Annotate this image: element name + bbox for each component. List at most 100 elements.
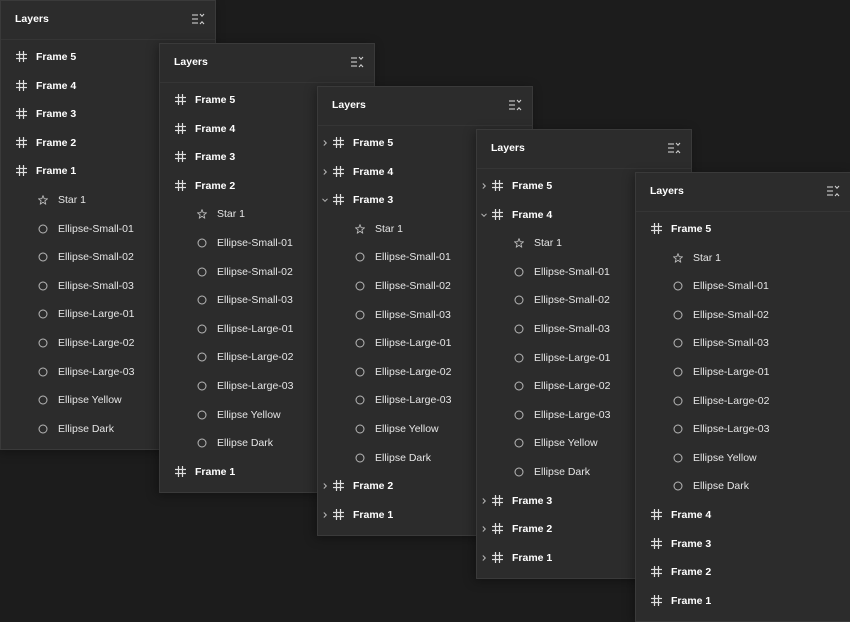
layer-row-frame[interactable]: Frame 5 xyxy=(636,215,850,244)
layer-label: Ellipse Dark xyxy=(58,422,115,435)
frame-icon xyxy=(333,508,344,520)
ellipse-icon xyxy=(355,338,365,348)
layer-row-ellipse[interactable]: Ellipse-Large-03 xyxy=(636,415,850,444)
chevron-right-icon[interactable] xyxy=(480,554,488,562)
layer-label: Frame 1 xyxy=(195,465,236,478)
panel-header: Layers xyxy=(1,1,215,40)
ellipse-icon xyxy=(514,324,524,334)
layer-label: Ellipse-Large-03 xyxy=(693,423,770,436)
layer-label: Ellipse-Large-03 xyxy=(217,379,294,392)
layers-panels-stage: Layers Frame 5 Frame 4 Frame 3 Frame 2 Frame … xyxy=(0,0,850,622)
collapse-layers-icon[interactable] xyxy=(667,141,681,155)
layer-row-frame[interactable]: Frame 1 xyxy=(636,587,850,616)
layer-label: Ellipse-Small-03 xyxy=(693,337,769,350)
layer-row-ellipse[interactable]: Ellipse-Large-01 xyxy=(636,358,850,387)
frame-icon xyxy=(333,480,344,492)
ellipse-icon xyxy=(673,281,683,291)
layer-label: Frame 1 xyxy=(512,551,553,564)
layer-label: Ellipse Yellow xyxy=(58,394,122,407)
chevron-right-icon[interactable] xyxy=(321,511,329,519)
layer-label: Frame 1 xyxy=(353,508,394,521)
star-icon xyxy=(38,195,48,205)
ellipse-icon xyxy=(673,338,683,348)
frame-icon xyxy=(175,122,186,134)
ellipse-icon xyxy=(38,424,48,434)
chevron-right-icon[interactable] xyxy=(321,139,329,147)
frame-icon xyxy=(492,523,503,535)
chevron-down-icon[interactable] xyxy=(480,211,488,219)
frame-icon xyxy=(175,179,186,191)
layer-label: Frame 4 xyxy=(671,508,712,521)
layer-label: Star 1 xyxy=(375,222,404,235)
layer-row-ellipse[interactable]: Ellipse Dark xyxy=(636,472,850,501)
frame-icon xyxy=(333,137,344,148)
chevron-right-icon[interactable] xyxy=(480,182,488,190)
ellipse-icon xyxy=(197,438,207,448)
layer-label: Ellipse Yellow xyxy=(693,451,757,464)
panel-title: Layers xyxy=(332,99,366,111)
layer-label: Ellipse-Small-03 xyxy=(58,279,134,292)
layer-label: Frame 2 xyxy=(353,480,394,493)
layer-row-frame[interactable]: Frame 4 xyxy=(636,501,850,530)
chevron-right-icon[interactable] xyxy=(321,482,329,490)
chevron-right-icon[interactable] xyxy=(480,525,488,533)
layer-row-ellipse[interactable]: Ellipse Yellow xyxy=(636,444,850,473)
ellipse-icon xyxy=(514,381,524,391)
layer-label: Ellipse-Small-02 xyxy=(693,308,769,321)
chevron-right-icon[interactable] xyxy=(480,497,488,505)
collapse-layers-icon[interactable] xyxy=(826,184,840,198)
collapse-layers-icon[interactable] xyxy=(350,55,364,69)
ellipse-icon xyxy=(355,281,365,291)
layer-label: Frame 5 xyxy=(353,137,394,149)
layer-label: Ellipse-Small-03 xyxy=(217,294,293,307)
layer-label: Ellipse-Small-01 xyxy=(375,251,451,264)
layer-row-frame[interactable]: Frame 2 xyxy=(636,558,850,587)
ellipse-icon xyxy=(38,309,48,319)
panel-title: Layers xyxy=(650,185,684,197)
frame-icon xyxy=(651,508,662,520)
layers-panel: Layers Frame 5 Star 1 Ellipse-Small-01 Ellip… xyxy=(635,172,850,622)
layer-row-ellipse[interactable]: Ellipse-Small-02 xyxy=(636,301,850,330)
ellipse-icon xyxy=(197,352,207,362)
chevron-right-icon[interactable] xyxy=(321,168,329,176)
ellipse-icon xyxy=(355,252,365,262)
frame-icon xyxy=(492,180,503,191)
layer-label: Ellipse-Large-03 xyxy=(58,365,135,378)
frame-icon xyxy=(16,51,27,62)
panel-header: Layers xyxy=(477,130,691,169)
layer-row-ellipse[interactable]: Ellipse-Small-01 xyxy=(636,272,850,301)
layer-row-ellipse[interactable]: Ellipse-Large-02 xyxy=(636,387,850,416)
layer-label: Ellipse-Large-01 xyxy=(534,351,611,364)
layer-label: Ellipse-Small-01 xyxy=(58,222,134,235)
frame-icon xyxy=(333,194,344,206)
layer-label: Ellipse-Small-02 xyxy=(58,251,134,264)
ellipse-icon xyxy=(197,324,207,334)
layer-label: Ellipse-Large-03 xyxy=(375,394,452,407)
layer-row-frame[interactable]: Frame 3 xyxy=(636,530,850,559)
layer-label: Ellipse-Large-02 xyxy=(58,336,135,349)
frame-icon xyxy=(492,208,503,220)
ellipse-icon xyxy=(38,281,48,291)
star-icon xyxy=(355,223,365,234)
frame-icon xyxy=(16,108,27,120)
layer-label: Star 1 xyxy=(58,193,87,206)
layer-label: Frame 1 xyxy=(36,165,77,178)
layer-label: Ellipse-Small-03 xyxy=(534,322,610,335)
ellipse-icon xyxy=(514,353,524,363)
layer-row-star[interactable]: Star 1 xyxy=(636,244,850,273)
layer-label: Frame 2 xyxy=(195,179,236,192)
ellipse-icon xyxy=(197,238,207,248)
layer-label: Frame 3 xyxy=(195,151,236,164)
layer-row-ellipse[interactable]: Ellipse-Small-03 xyxy=(636,329,850,358)
layer-label: Frame 2 xyxy=(671,566,712,579)
layer-label: Ellipse Dark xyxy=(217,437,274,450)
collapse-layers-icon[interactable] xyxy=(508,98,522,112)
collapse-layers-icon[interactable] xyxy=(191,12,205,26)
chevron-down-icon[interactable] xyxy=(321,196,329,204)
layer-label: Ellipse-Small-02 xyxy=(375,279,451,292)
panel-title: Layers xyxy=(491,142,525,154)
ellipse-icon xyxy=(514,467,524,477)
ellipse-icon xyxy=(355,367,365,377)
layer-label: Ellipse-Large-02 xyxy=(217,351,294,364)
layer-label: Frame 3 xyxy=(353,194,394,207)
